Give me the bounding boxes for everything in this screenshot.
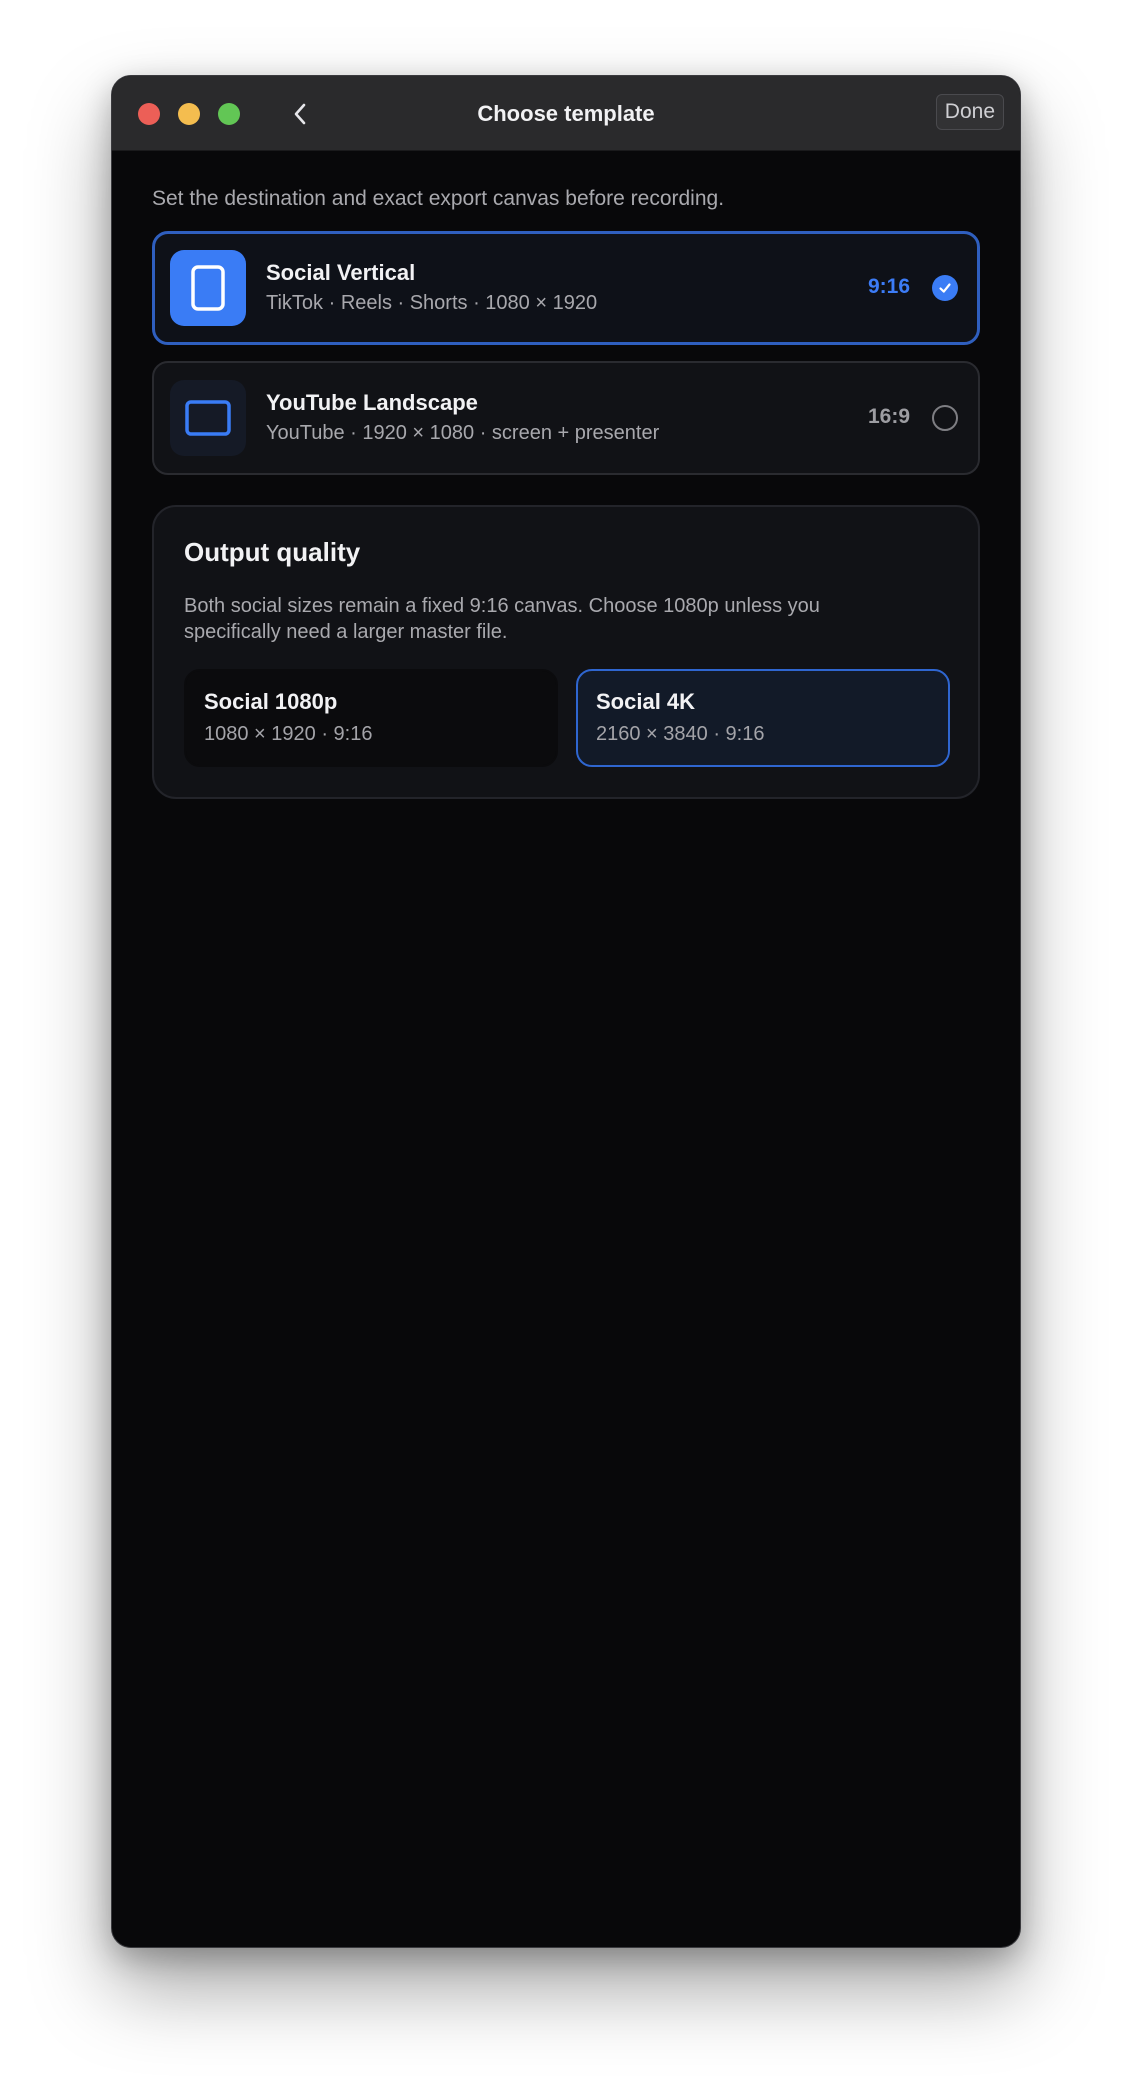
done-button[interactable]: Done <box>935 94 1004 130</box>
template-title: YouTube Landscape <box>266 390 478 415</box>
quality-option-spec: 2160 × 3840 · 9:16 <box>596 723 765 745</box>
template-title: Social Vertical <box>266 260 416 285</box>
intro-text: Set the destination and exact export can… <box>152 187 725 210</box>
radio-circle-icon[interactable] <box>932 405 958 431</box>
output-quality-title: Output quality <box>184 537 361 567</box>
quality-option-spec: 1080 × 1920 · 9:16 <box>204 723 373 745</box>
template-content: Set the destination and exact export can… <box>152 151 980 799</box>
back-button[interactable] <box>284 98 316 130</box>
template-ratio: 9:16 <box>867 275 910 298</box>
chevron-left-icon <box>294 103 306 125</box>
title-bar: Choose template Done <box>112 76 1020 151</box>
window-title: Choose template <box>477 101 655 126</box>
quality-option-name: Social 1080p <box>204 689 338 714</box>
zoom-window-button[interactable] <box>218 103 240 125</box>
template-subtitle: TikTok · Reels · Shorts · 1080 × 1920 <box>266 292 598 314</box>
template-option-social-vertical[interactable]: Social Vertical TikTok · Reels · Shorts … <box>152 231 980 345</box>
portrait-frame-icon <box>170 250 246 326</box>
quality-option-name: Social 4K <box>596 689 696 714</box>
selected-check-icon[interactable] <box>932 275 958 301</box>
minimize-window-button[interactable] <box>178 103 200 125</box>
template-ratio: 16:9 <box>867 405 910 428</box>
output-quality-description: Both social sizes remain a fixed 9:16 ca… <box>184 595 820 643</box>
output-quality-panel: Output quality Both social sizes remain … <box>152 505 980 799</box>
template-subtitle: YouTube · 1920 × 1080 · screen + present… <box>266 422 660 444</box>
close-window-button[interactable] <box>138 103 160 125</box>
choose-template-window: Choose template Done Set the destination… <box>111 75 1021 1948</box>
template-option-youtube-landscape[interactable]: YouTube Landscape YouTube · 1920 × 1080 … <box>152 361 980 475</box>
quality-option-social-1080p[interactable]: Social 1080p 1080 × 1920 · 9:16 <box>184 669 558 767</box>
landscape-frame-icon <box>170 380 246 456</box>
quality-option-social-4k[interactable]: Social 4K 2160 × 3840 · 9:16 <box>576 669 950 767</box>
